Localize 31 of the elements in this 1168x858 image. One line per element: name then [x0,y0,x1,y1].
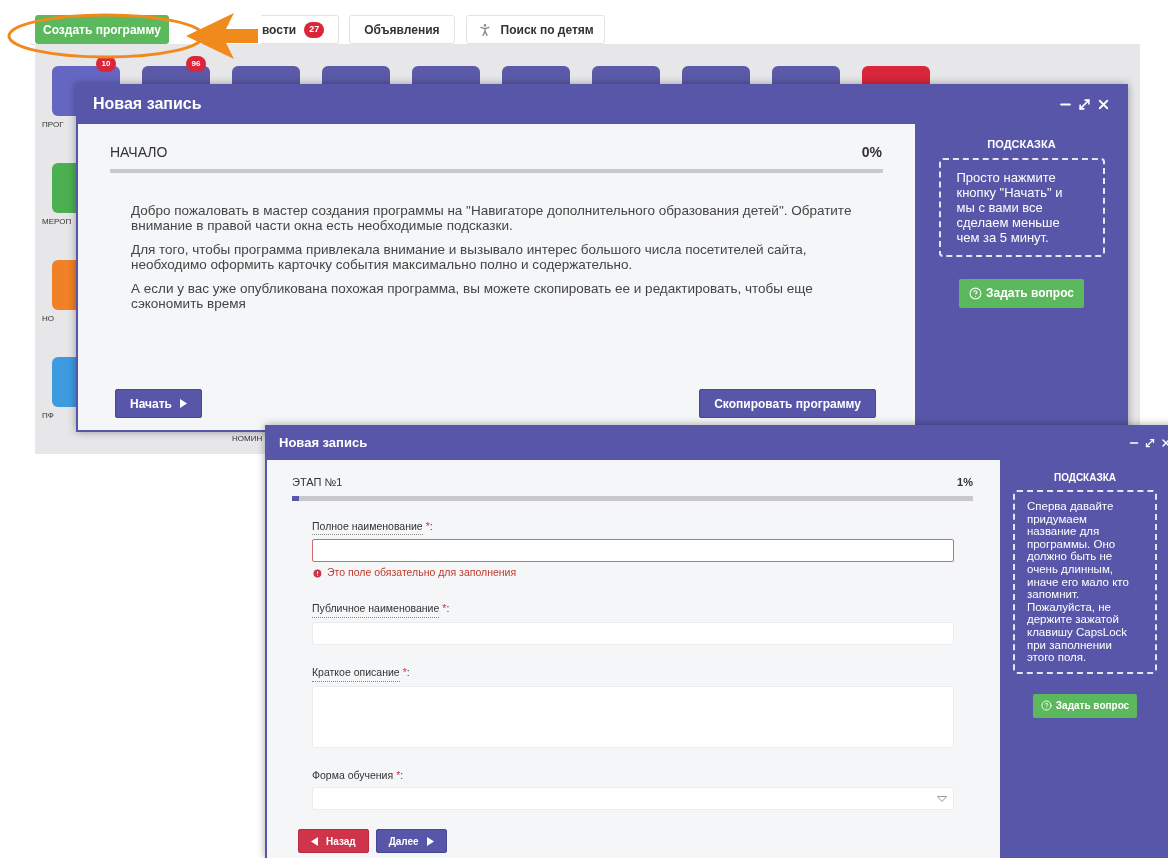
tile-label: НО [42,313,55,325]
intro-paragraph: Для того, чтобы программа привлекала внимание и вызывало интерес большого числа посетителей сайта, необходимо оформить карточку события максимально полно и содержательно. [131,242,808,272]
progress-percent: 0% [861,143,882,162]
count-badge: 27 [304,21,325,38]
tile-label: ПРОГ [42,119,65,131]
count-badge: 96 [186,56,206,72]
label-colon: : [429,518,433,534]
intro-paragraph: Добро пожаловать в мастер создания программы на "Навигаторе дополнительного образования детей". Обратите внимание в правой части окна есть необходимые подсказки. [131,203,853,233]
label-colon: : [446,601,450,616]
hint-title: ПОДСКАЗКА [987,137,1056,152]
tile-label: ПФ [42,410,55,422]
tile-label: НОМИН [232,433,263,445]
tile-label: МЕРОП [42,216,73,228]
required-mark: * [425,518,430,534]
progress-percent: 1% [957,475,973,490]
dialog-title: Новая запись [279,433,368,452]
hint-text: Просто нажмите кнопку "Начать" и мы с вами все сделаем меньше чем за 5 минут. [938,157,1105,257]
step-title: ЭТАП №1 [292,475,343,490]
field-label: Краткое описание [312,664,400,682]
dialog-title: Новая запись [93,94,202,114]
step-title: НАЧАЛО [110,143,168,162]
hint-title: ПОДСКАЗКА [1053,471,1117,485]
field-label: Полное наименование [312,518,423,536]
label-colon: : [406,664,410,680]
field-label: Форма обучения [312,767,394,783]
field-label: Публичное наименование [312,601,440,618]
hint-text: Сперва давайте придумаем название для программы. Оно должно быть не очень длинным, иначе его мало кто запомнит. Пожалуйста, не держите зажатой клавишу CapsLock при заполнении этого поля. [1013,490,1157,674]
intro-paragraph: А если у вас уже опубликована похожая программа, вы можете скопировать ее и редактировать, чтобы еще сэкономить время [131,281,814,311]
required-mark: * [402,664,407,680]
error-message: Это поле обязательно для заполнения [327,565,517,581]
label-colon: : [400,767,404,783]
